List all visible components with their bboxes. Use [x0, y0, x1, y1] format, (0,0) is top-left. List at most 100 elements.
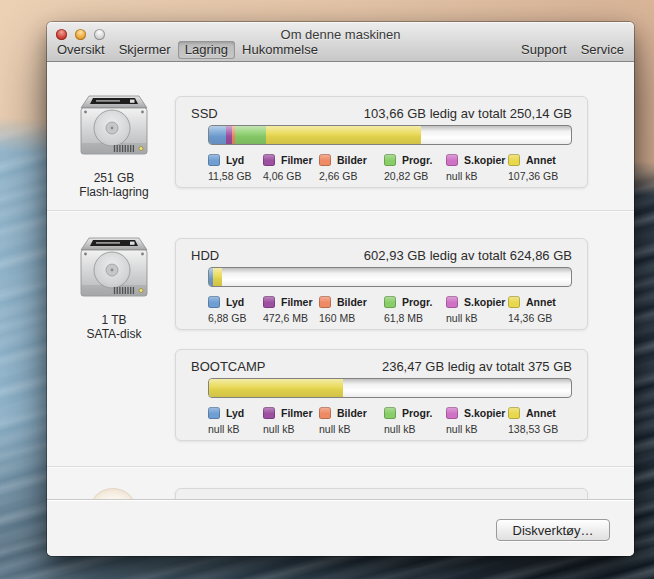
legend-item-lyd: Lydnull kB	[208, 407, 244, 435]
volume-name: HDD	[191, 248, 219, 263]
legend-item-progr: Progr. null kB	[384, 407, 432, 435]
legend-label-annet: Annet	[526, 154, 556, 166]
volume-panel: SSD 103,66 GB ledig av totalt 250,14 GB …	[175, 96, 588, 188]
legend-swatch-skopier	[446, 407, 458, 419]
legend-label-skopier: S.kopier	[464, 296, 505, 308]
legend-item-filmer: Filmer 472,6 MB	[263, 296, 313, 324]
legend-swatch-lyd	[208, 407, 220, 419]
legend-label-progr: Progr.	[402, 296, 432, 308]
usage-bar	[208, 378, 572, 398]
legend-item-skopier: S.kopier null kB	[446, 154, 505, 182]
legend-value-bilder: 2,66 GB	[319, 170, 367, 182]
legend-label-annet: Annet	[526, 407, 556, 419]
legend-label-bilder: Bilder	[337, 407, 367, 419]
legend-value-lyd: 6,88 GB	[208, 312, 247, 324]
legend-item-bilder: Bildernull kB	[319, 407, 367, 435]
legend-label-bilder: Bilder	[337, 296, 367, 308]
about-this-mac-window: Om denne maskinen OversiktSkjermerLagrin…	[47, 22, 634, 556]
disk-icon-wrap: 251 GB Flash-lagring	[73, 95, 155, 199]
tab-oversikt[interactable]: Oversikt	[50, 41, 112, 59]
section-divider	[47, 466, 634, 467]
legend-item-annet: Annet 107,36 GB	[508, 154, 558, 182]
disk-size-caption: 251 GB	[73, 171, 155, 185]
disk-icon-wrap: 1 TB SATA-disk	[73, 237, 155, 341]
legend-value-progr: null kB	[384, 423, 432, 435]
usage-bar	[208, 125, 572, 145]
cd-disc-icon	[89, 488, 137, 499]
legend-item-progr: Progr. 20,82 GB	[384, 154, 432, 182]
legend-label-lyd: Lyd	[226, 154, 244, 166]
legend-value-bilder: 160 MB	[319, 312, 367, 324]
legend-item-filmer: Filmer 4,06 GB	[263, 154, 313, 182]
legend-value-lyd: null kB	[208, 423, 244, 435]
legend-swatch-bilder	[319, 296, 331, 308]
hard-drive-icon	[76, 95, 152, 165]
usage-legend: Lydnull kBFilmernull kBBildernull kBProg…	[176, 407, 587, 441]
legend-value-filmer: 4,06 GB	[263, 170, 313, 182]
legend-item-progr: Progr. 61,8 MB	[384, 296, 432, 324]
legend-swatch-annet	[508, 154, 520, 166]
usage-legend: Lyd 6,88 GB Filmer 472,6 MB Bilder 160 MB Prog…	[176, 296, 587, 330]
legend-label-progr: Progr.	[402, 154, 432, 166]
legend-item-skopier: S.kopier null kB	[446, 407, 505, 435]
volume-name: SSD	[191, 106, 218, 121]
legend-swatch-progr	[384, 407, 396, 419]
desktop-wallpaper: Om denne maskinen OversiktSkjermerLagrin…	[0, 0, 654, 579]
legend-swatch-progr	[384, 296, 396, 308]
toolbar-link-support[interactable]: Support	[514, 41, 574, 59]
tab-hukommelse[interactable]: Hukommelse	[235, 41, 325, 59]
legend-swatch-annet	[508, 407, 520, 419]
legend-value-filmer: null kB	[263, 423, 313, 435]
legend-label-filmer: Filmer	[281, 154, 313, 166]
volume-free-summary: 103,66 GB ledig av totalt 250,14 GB	[364, 106, 572, 121]
disk-utility-button[interactable]: Diskverktøy…	[496, 519, 610, 541]
legend-swatch-lyd	[208, 296, 220, 308]
disk-size-caption: 1 TB	[73, 313, 155, 327]
legend-swatch-skopier	[446, 154, 458, 166]
bar-segment-annet	[213, 268, 221, 286]
usage-bar	[208, 267, 572, 287]
hard-drive-icon	[76, 237, 152, 307]
storage-content: 251 GB Flash-lagring SSD 103,66 GB ledig…	[47, 62, 634, 499]
legend-value-annet: 107,36 GB	[508, 170, 558, 182]
legend-item-skopier: S.kopiernull kB	[446, 296, 505, 324]
legend-label-skopier: S.kopier	[464, 154, 505, 166]
legend-label-lyd: Lyd	[226, 296, 244, 308]
legend-value-progr: 61,8 MB	[384, 312, 432, 324]
legend-value-annet: 138,53 GB	[508, 423, 558, 435]
tab-lagring[interactable]: Lagring	[178, 41, 235, 59]
legend-item-filmer: Filmer null kB	[263, 407, 313, 435]
volume-free-summary: 236,47 GB ledig av totalt 375 GB	[382, 359, 572, 374]
bar-segment-progr	[235, 126, 265, 144]
legend-value-lyd: 11,58 GB	[208, 170, 252, 182]
tab-skjermer[interactable]: Skjermer	[112, 41, 178, 59]
legend-label-progr: Progr.	[402, 407, 432, 419]
volume-free-summary: 602,93 GB ledig av totalt 624,86 GB	[364, 248, 572, 263]
legend-label-skopier: S.kopier	[464, 407, 505, 419]
legend-value-annet: 14,36 GB	[508, 312, 556, 324]
legend-value-skopier: null kB	[446, 423, 505, 435]
legend-item-lyd: Lyd 11,58 GB	[208, 154, 252, 182]
legend-swatch-filmer	[263, 154, 275, 166]
legend-value-progr: 20,82 GB	[384, 170, 432, 182]
legend-item-bilder: Bilder 160 MB	[319, 296, 367, 324]
disk-type-caption: SATA-disk	[73, 327, 155, 341]
next-volume-panel-partial	[175, 488, 588, 499]
bar-segment-lyd	[209, 126, 226, 144]
legend-swatch-annet	[508, 296, 520, 308]
tab-strip: OversiktSkjermerLagringHukommelse Suppor…	[50, 40, 631, 59]
bar-segment-annet	[266, 126, 421, 144]
window-titlebar: Om denne maskinen OversiktSkjermerLagrin…	[47, 22, 634, 62]
legend-item-annet: Annet14,36 GB	[508, 296, 556, 324]
section-divider	[47, 210, 634, 211]
legend-label-bilder: Bilder	[337, 154, 367, 166]
legend-label-filmer: Filmer	[281, 296, 313, 308]
legend-swatch-lyd	[208, 154, 220, 166]
window-footer: Diskverktøy…	[47, 499, 634, 556]
legend-label-filmer: Filmer	[281, 407, 313, 419]
legend-value-skopier: null kB	[446, 170, 505, 182]
legend-swatch-filmer	[263, 407, 275, 419]
toolbar-link-service[interactable]: Service	[574, 41, 631, 59]
legend-value-filmer: 472,6 MB	[263, 312, 313, 324]
legend-item-lyd: Lyd 6,88 GB	[208, 296, 247, 324]
